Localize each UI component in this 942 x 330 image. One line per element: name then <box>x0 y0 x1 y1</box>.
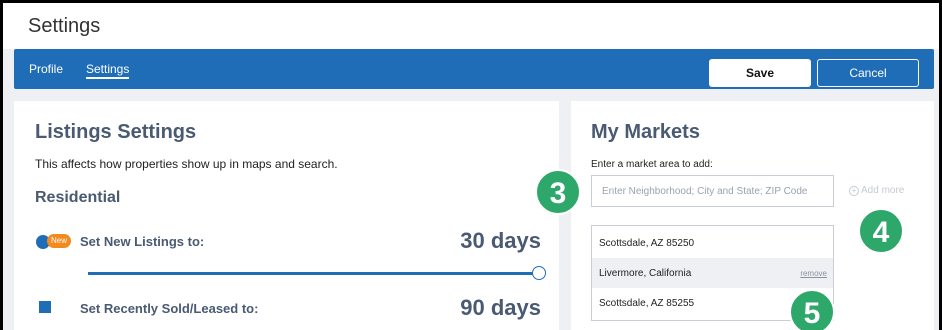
recently-sold-square-icon <box>39 301 51 313</box>
add-more-label: Add more <box>861 185 905 196</box>
tab-profile[interactable]: Profile <box>29 62 63 76</box>
step-4-badge: 4 <box>858 208 904 254</box>
residential-heading: Residential <box>35 189 121 206</box>
step-3-badge: 3 <box>535 169 581 215</box>
market-name: Scottsdale, AZ 85250 <box>599 238 695 249</box>
recently-sold-value: 90 days <box>460 295 541 320</box>
listings-settings-card: Listings Settings This affects how prope… <box>14 101 559 330</box>
market-input-label: Enter a market area to add: <box>591 159 713 170</box>
market-name: Livermore, California <box>599 268 692 279</box>
listings-settings-description: This affects how properties show up in m… <box>35 157 338 171</box>
list-item[interactable]: Livermore, California remove <box>592 258 833 288</box>
new-listings-slider-track[interactable] <box>88 272 538 275</box>
remove-market-link[interactable]: remove <box>800 269 827 278</box>
recently-sold-label: Set Recently Sold/Leased to: <box>80 301 259 316</box>
step-5-badge: 5 <box>789 289 835 330</box>
listings-settings-title: Listings Settings <box>35 121 197 143</box>
market-name: Scottsdale, AZ 85255 <box>599 298 695 309</box>
new-listings-slider-handle[interactable] <box>532 266 546 280</box>
list-item[interactable]: Scottsdale, AZ 85250 <box>592 228 833 258</box>
new-badge: New <box>47 234 72 248</box>
nav-bar: Profile Settings Save Cancel <box>14 49 934 89</box>
tab-settings[interactable]: Settings <box>86 62 130 79</box>
save-button[interactable]: Save <box>709 59 811 87</box>
plus-circle-icon: + <box>849 186 859 196</box>
settings-window: Settings Profile Settings Save Cancel Li… <box>3 3 939 330</box>
add-more-button[interactable]: + Add more <box>849 185 904 196</box>
market-search-input[interactable] <box>591 175 834 207</box>
new-listings-label: Set New Listings to: <box>80 234 205 249</box>
cancel-button[interactable]: Cancel <box>817 59 919 87</box>
page-title: Settings <box>28 15 101 37</box>
title-bar: Settings <box>3 3 939 49</box>
my-markets-title: My Markets <box>591 121 700 143</box>
new-listings-value: 30 days <box>460 228 541 253</box>
